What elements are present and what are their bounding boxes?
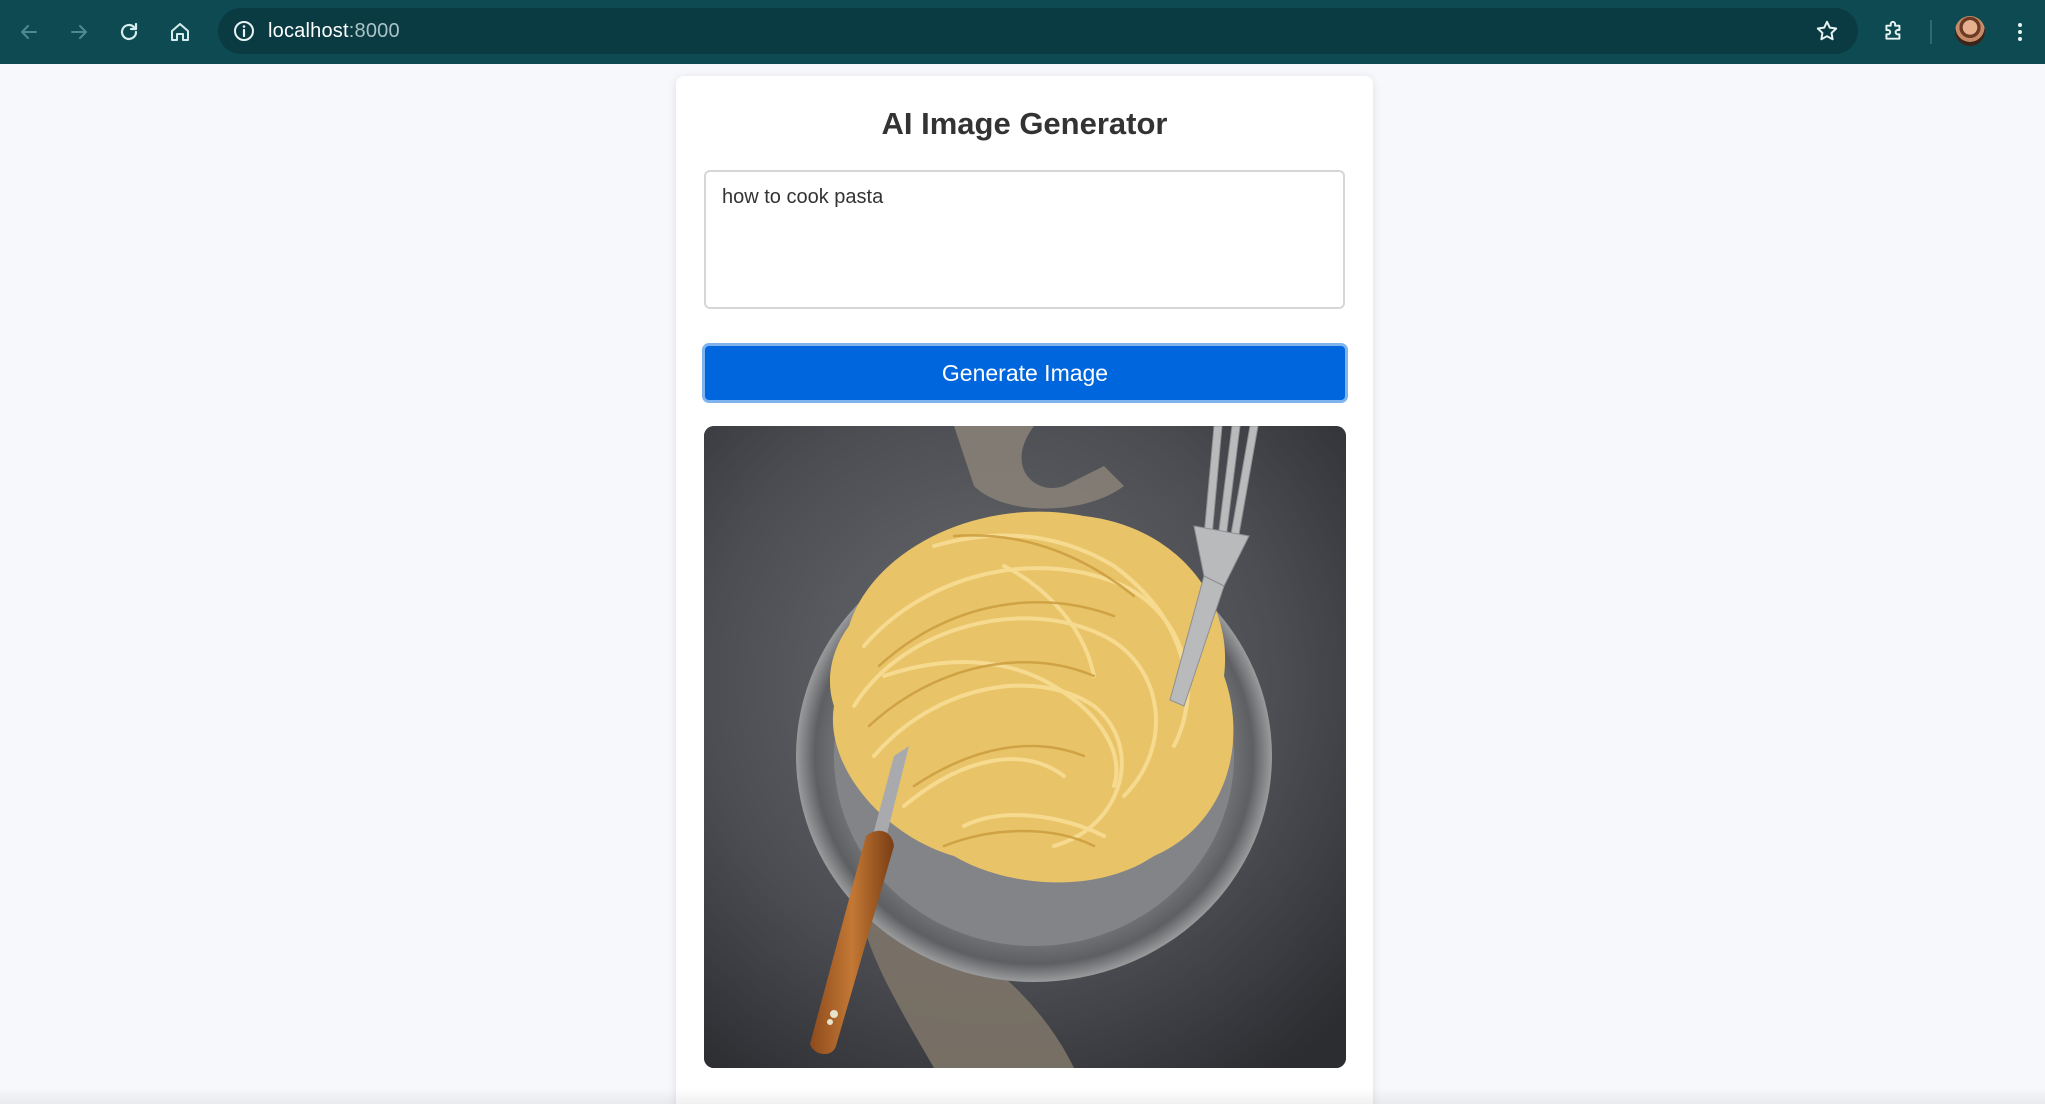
url-host: localhost <box>268 20 349 42</box>
back-button[interactable] <box>9 12 49 52</box>
bottom-shadow <box>0 1088 2045 1104</box>
forward-button[interactable] <box>59 12 99 52</box>
avatar[interactable] <box>1955 16 1985 46</box>
browser-menu-button[interactable] <box>2000 12 2040 52</box>
reload-button[interactable] <box>109 12 149 52</box>
prompt-input[interactable]: how to cook pasta <box>704 170 1345 309</box>
url-text[interactable]: localhost:8000 <box>268 8 400 54</box>
pasta-plate-illustration <box>704 426 1346 1068</box>
extensions-button[interactable] <box>1874 10 1914 50</box>
reload-icon <box>120 22 138 41</box>
info-icon[interactable] <box>232 19 256 43</box>
browser-toolbar: localhost:8000 <box>0 0 2045 64</box>
arrow-right-icon <box>71 25 87 39</box>
home-icon <box>171 23 189 41</box>
page-title: AI Image Generator <box>881 106 1168 141</box>
address-bar[interactable]: localhost:8000 <box>218 8 1858 54</box>
generated-image <box>704 426 1346 1068</box>
puzzle-icon <box>1885 20 1901 40</box>
url-port: :8000 <box>348 20 400 42</box>
star-icon[interactable] <box>1814 18 1840 44</box>
toolbar-divider <box>1930 20 1932 44</box>
arrow-left-icon <box>21 25 37 39</box>
generate-image-button[interactable]: Generate Image <box>702 343 1348 403</box>
generator-card: AI Image Generator how to cook pasta Gen… <box>676 76 1373 1104</box>
kebab-menu-icon <box>2018 23 2022 41</box>
home-button[interactable] <box>160 12 200 52</box>
